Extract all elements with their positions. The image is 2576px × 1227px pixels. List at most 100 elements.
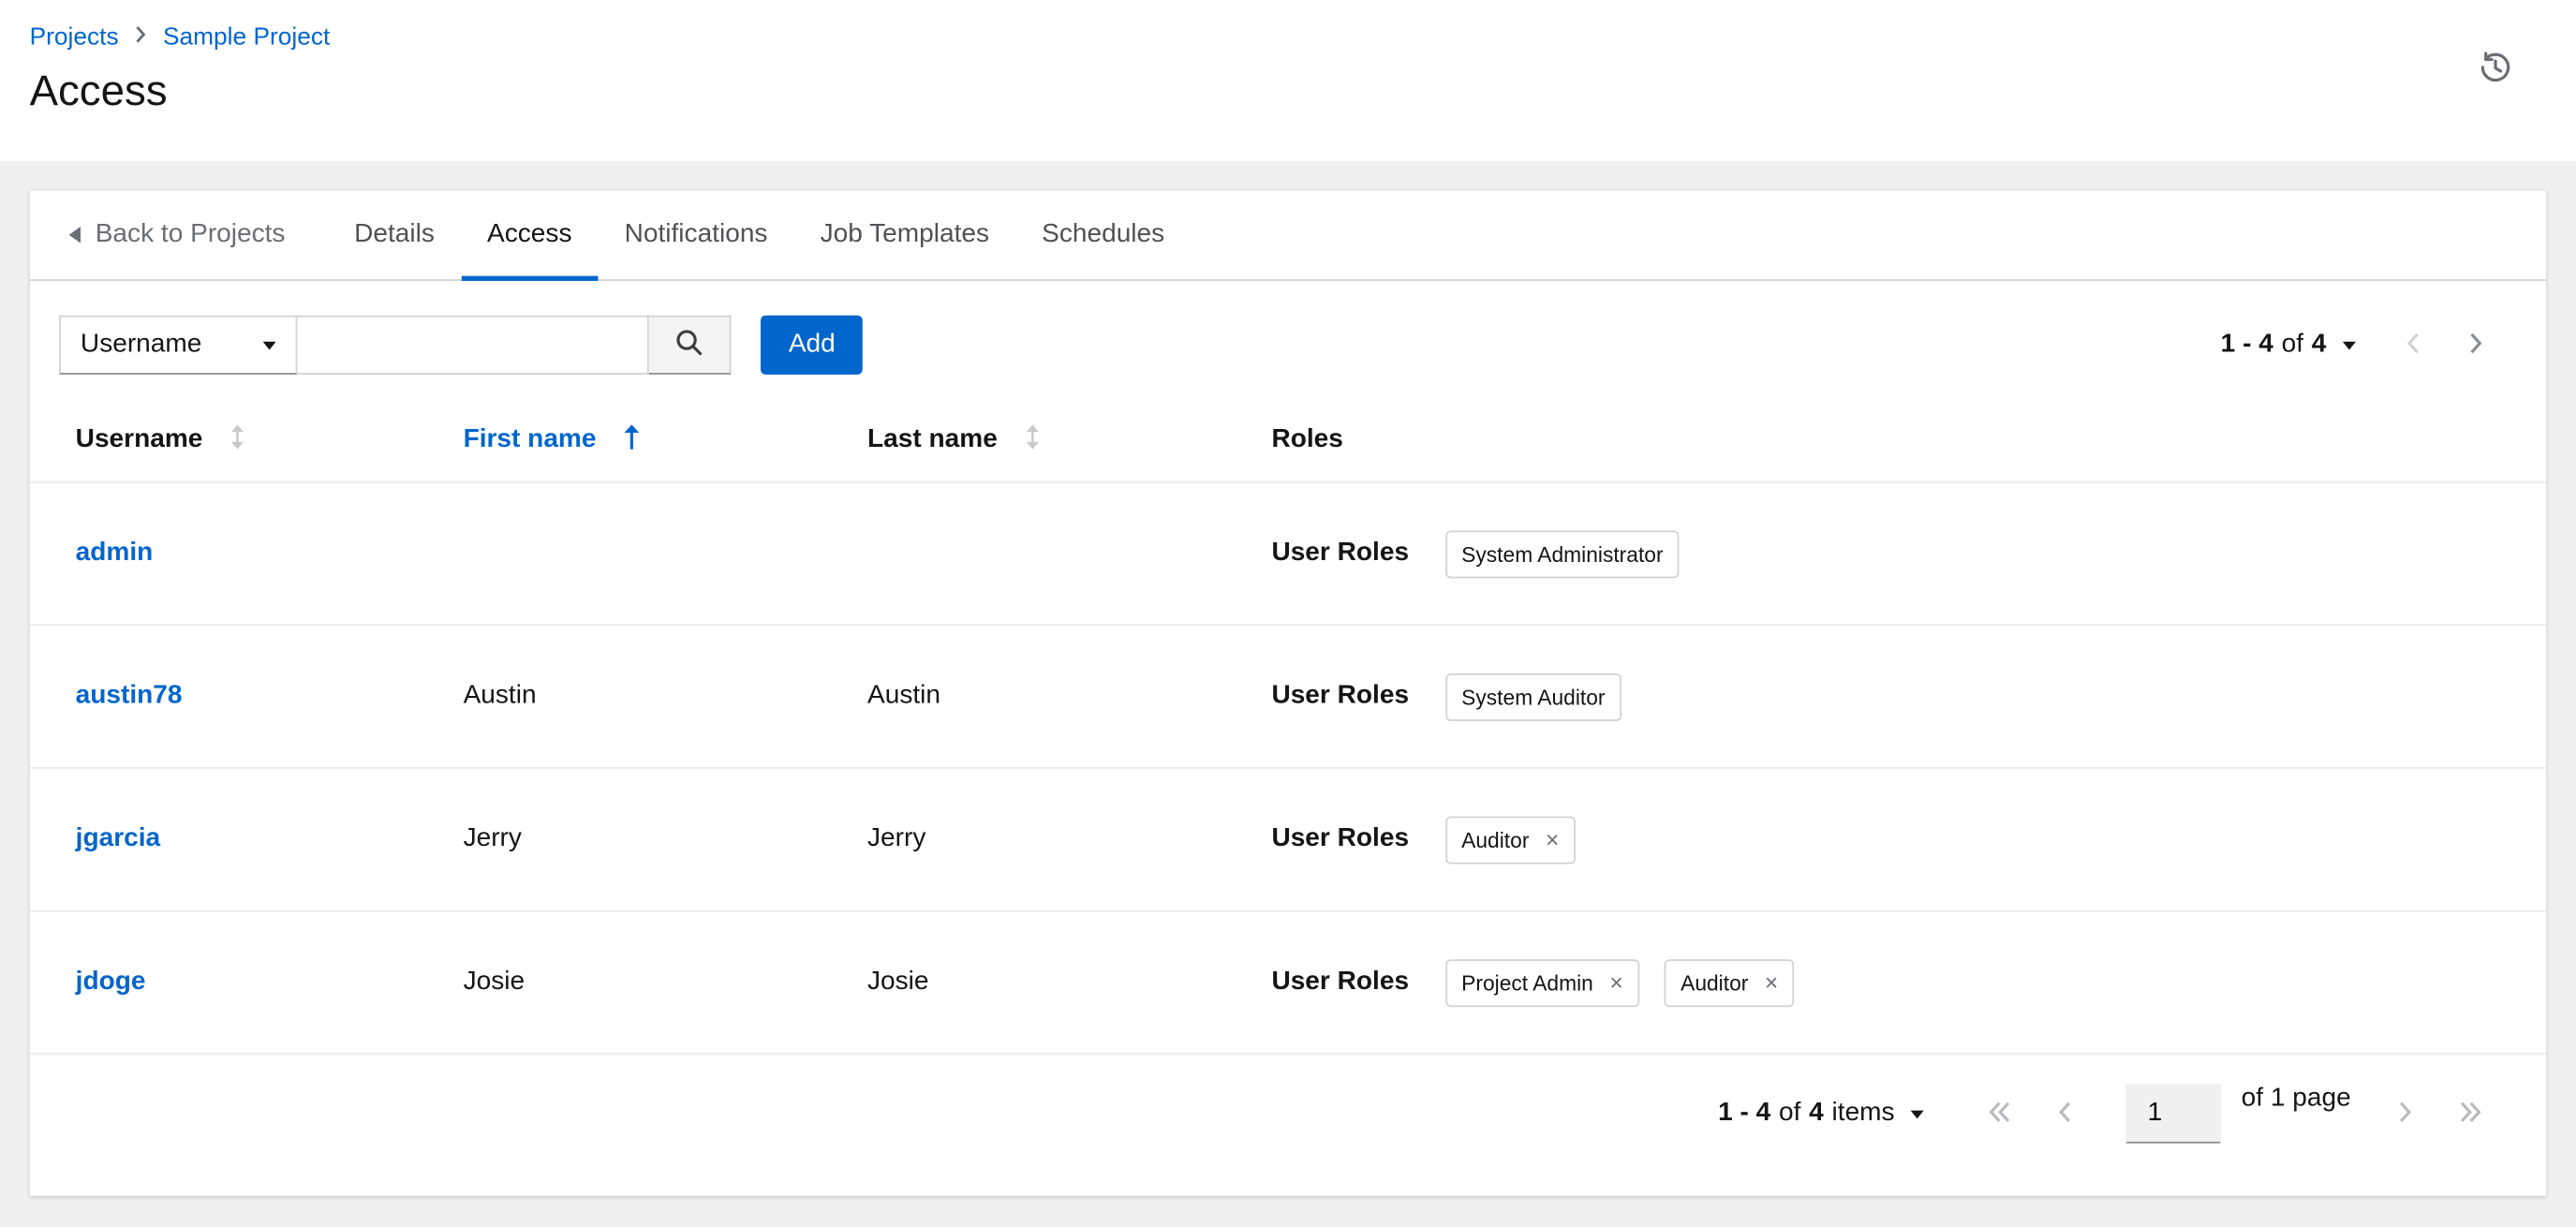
angle-right-icon [2395, 1098, 2415, 1129]
chip-remove-icon[interactable]: × [1609, 970, 1622, 994]
tab-label: Job Templates [820, 220, 990, 248]
angle-double-left-icon [1989, 1098, 2013, 1129]
first-page-button[interactable] [1967, 1085, 2035, 1144]
last-page-button[interactable] [2436, 1085, 2504, 1144]
username-link[interactable]: austin78 [76, 682, 183, 710]
activity-history-button[interactable] [2471, 43, 2521, 97]
first-name-cell: Josie [463, 910, 868, 1055]
breadcrumb-link-sample-project[interactable]: Sample Project [163, 23, 330, 52]
tab-schedules[interactable]: Schedules [1015, 190, 1191, 279]
table-header-row: Username First name Last name Roles [29, 399, 2547, 483]
access-card: Back to Projects Details Access Notifica… [29, 190, 2547, 1196]
column-label: Last name [867, 425, 998, 454]
column-header-first-name: First name [463, 399, 868, 483]
pagination-items-range: 1 - 4 of 4 items [1718, 1099, 1895, 1129]
access-table: Username First name Last name Roles admi… [29, 399, 2547, 1055]
first-name-cell: Jerry [463, 767, 868, 912]
first-name-cell [463, 481, 868, 627]
role-chip: Project Admin × [1444, 958, 1640, 1007]
role-chips: Project Admin × Auditor × [1444, 958, 1795, 1007]
pagination-options-caret-icon[interactable] [1911, 1109, 1925, 1118]
pagination-of-text: of [1778, 1099, 1801, 1128]
role-chip: Auditor × [1664, 958, 1795, 1007]
sort-first-name[interactable]: First name [464, 423, 641, 458]
roles-cell: User Roles System Auditor [1271, 673, 2546, 721]
angle-left-icon [2055, 1098, 2075, 1129]
tab-details[interactable]: Details [328, 190, 461, 279]
chip-remove-icon[interactable]: × [1765, 970, 1778, 994]
pagination-items-text: items [1831, 1099, 1895, 1128]
next-page-button[interactable] [2374, 1085, 2436, 1144]
tab-back-label: Back to Projects [95, 220, 286, 248]
user-roles-label: User Roles [1271, 681, 1410, 710]
angle-right-icon [2465, 330, 2485, 361]
sort-last-name[interactable]: Last name [867, 423, 1042, 458]
column-header-last-name: Last name [867, 399, 1272, 483]
first-name-cell: Austin [463, 625, 868, 769]
role-chips: System Auditor [1444, 673, 1622, 721]
column-label: Username [75, 425, 203, 454]
add-button[interactable]: Add [761, 315, 864, 375]
column-header-roles: Roles [1271, 399, 2547, 483]
last-name-cell: Jerry [867, 767, 1272, 912]
pagination-nav [2382, 317, 2507, 374]
last-name-cell [867, 481, 1272, 627]
chevron-down-icon [262, 340, 276, 349]
pagination-range: 1 - 4 of 4 [2221, 331, 2327, 361]
page-count-label: of 1 page [2241, 1084, 2351, 1113]
tab-job-templates[interactable]: Job Templates [794, 190, 1016, 279]
search-icon [675, 329, 703, 362]
sort-up-icon [623, 423, 641, 458]
column-label: First name [463, 425, 597, 454]
angle-double-right-icon [2458, 1098, 2482, 1129]
angle-left-icon [2404, 330, 2423, 361]
chip-label: System Administrator [1461, 540, 1664, 567]
pagination-range-numbers: 1 - 4 [1718, 1099, 1771, 1128]
filter-type-select[interactable]: Username [59, 315, 298, 375]
role-chips: Auditor × [1444, 815, 1576, 864]
sort-username[interactable]: Username [76, 423, 247, 458]
tab-back-to-projects[interactable]: Back to Projects [43, 190, 312, 279]
last-name-cell: Josie [867, 910, 1272, 1055]
role-chips: System Administrator [1444, 529, 1680, 578]
tab-label: Details [354, 220, 435, 248]
username-link[interactable]: admin [76, 539, 154, 567]
roles-cell: User Roles Auditor × [1271, 815, 2546, 864]
history-icon [2478, 52, 2514, 90]
sort-both-icon [229, 423, 246, 458]
page-header: Projects Sample Project Access [0, 0, 2576, 161]
top-pagination: 1 - 4 of 4 [2221, 317, 2508, 374]
tab-label: Schedules [1042, 220, 1165, 248]
tab-access[interactable]: Access [460, 190, 599, 281]
breadcrumb-link-projects[interactable]: Projects [30, 23, 119, 52]
bottom-pagination: 1 - 4 of 4 items of 1 page [30, 1055, 2547, 1173]
chip-remove-icon[interactable]: × [1546, 828, 1559, 851]
pagination-options-caret-icon[interactable] [2342, 340, 2356, 349]
chip-label: Project Admin [1461, 969, 1593, 995]
username-link[interactable]: jdoge [76, 968, 146, 996]
tab-label: Access [487, 220, 572, 248]
breadcrumb-separator-icon [135, 23, 146, 52]
last-name-cell: Austin [867, 625, 1272, 769]
next-page-button[interactable] [2445, 317, 2508, 374]
toolbar: Username Add 1 - 4 of 4 [30, 281, 2547, 399]
table-row: jdoge Josie Josie User Roles Project Adm… [29, 910, 2547, 1055]
tab-notifications[interactable]: Notifications [599, 190, 794, 279]
current-page-input[interactable] [2125, 1084, 2222, 1144]
prev-page-button[interactable] [2035, 1085, 2097, 1144]
chip-label: Auditor [1461, 827, 1530, 852]
sort-both-icon [1024, 423, 1042, 458]
prev-page-button[interactable] [2382, 317, 2445, 374]
page: Projects Sample Project Access Back to P… [0, 0, 2576, 1227]
column-label: Roles [1271, 425, 1343, 454]
search-input[interactable] [297, 315, 649, 375]
pagination-nav: of 1 page [1967, 1084, 2504, 1144]
page-title: Access [29, 66, 168, 115]
user-roles-label: User Roles [1271, 824, 1410, 853]
role-chip: System Administrator [1444, 529, 1680, 578]
user-roles-label: User Roles [1271, 967, 1410, 996]
user-roles-label: User Roles [1271, 539, 1410, 568]
username-link[interactable]: jgarcia [76, 824, 160, 852]
search-button[interactable] [648, 315, 732, 375]
column-header-username: Username [29, 399, 464, 483]
